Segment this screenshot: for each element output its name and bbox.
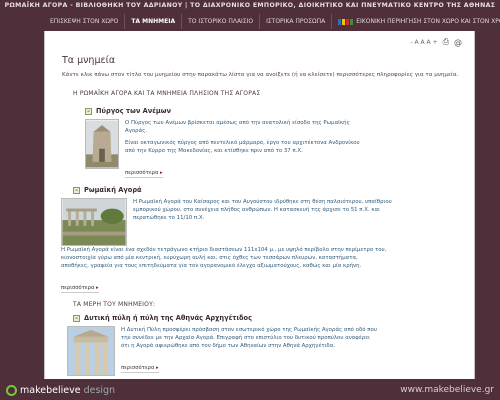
section-heading-parts: ΤΑ ΜΕΡΗ ΤΟΥ ΜΝΗΜΕΙΟΥ:	[73, 301, 156, 308]
collapse-icon[interactable]: –	[73, 314, 80, 322]
font-size-control[interactable]: - A A A +	[410, 39, 437, 46]
monument-text: Η Ρωμαϊκή Αγορά του Καίσαρος και του Αυγ…	[133, 199, 392, 221]
more-link[interactable]: περισσότερα ▸	[61, 285, 99, 293]
arrow-right-icon: ▸	[160, 170, 163, 176]
monument-title-label[interactable]: Δυτική πύλη ή πύλη της Αθηνάς Αρχηγέτιδο…	[84, 314, 252, 322]
nav-item-history[interactable]: ΤΟ ΙΣΤΟΡΙΚΟ ΠΛΑΙΣΙΟ	[182, 14, 261, 29]
more-link-label: περισσότερα	[61, 285, 95, 291]
more-link[interactable]: περισσότερα ▸	[125, 170, 163, 178]
flag-icon	[338, 18, 354, 25]
monument-text: Ο Πύργος των Ανέμων βρίσκεται αμέσως από…	[125, 120, 350, 134]
monument-text: Είναι οκταγωνικός πύργος από πεντελικό μ…	[125, 140, 360, 154]
monument-text: Η Δυτική Πύλη προσφέρει πρόσβαση στον εσ…	[121, 327, 377, 349]
makebelieve-logo: makebelieve design	[6, 384, 116, 396]
watermark-footer: makebelieve design www.makebelieve.gr	[0, 380, 500, 400]
monument-item: – Δυτική πύλη ή πύλη της Αθηνάς Αρχηγέτι…	[67, 314, 469, 376]
main-content-page: - A A A + ⎙ @ Τα μνημεία Κάντε κλικ πάνω…	[44, 31, 475, 379]
page-tools: - A A A + ⎙ @	[410, 37, 462, 47]
email-icon[interactable]: @	[454, 38, 462, 47]
site-header-title: ΡΩΜΑΪΚΗ ΑΓΟΡΑ - ΒΙΒΛΙΟΘΗΚΗ ΤΟΥ ΑΔΡΙΑΝΟΥ …	[4, 2, 496, 9]
collapse-icon[interactable]: –	[85, 107, 92, 115]
monument-title-west-gate[interactable]: – Δυτική πύλη ή πύλη της Αθηνάς Αρχηγέτι…	[73, 314, 469, 322]
nav-item-people[interactable]: ΙΣΤΟΡΙΚΑ ΠΡΟΣΩΠΑ	[260, 14, 333, 29]
intro-text: Κάντε κλικ πάνω στον τίτλο του μνημείου …	[62, 72, 459, 78]
monument-text: Η Ρωμαϊκή Αγορά είναι ένα σχεδόν τετράγω…	[61, 247, 387, 269]
monument-title-tower[interactable]: – Πύργος των Ανέμων	[85, 107, 469, 115]
logo-mark-icon	[6, 384, 17, 396]
nav-item-visit[interactable]: ΕΠΙΣΚΕΨΗ ΣΤΟΝ ΧΩΡΟ	[44, 14, 126, 29]
nav-item-virtual-tour-label: ΕΙΚΟΝΙΚΗ ΠΕΡΙΗΓΗΣΗ ΣΤΟΝ ΧΩΡΟ ΚΑΙ ΣΤΟΝ ΧΡ…	[356, 18, 500, 25]
monument-item: – Ρωμαϊκή Αγορά Η Ρωμαϊκή Αγορά του Καίσ…	[61, 186, 469, 293]
arrow-right-icon: ▸	[96, 285, 99, 291]
monument-title-agora[interactable]: – Ρωμαϊκή Αγορά	[73, 186, 469, 194]
site-url: www.makebelieve.gr	[400, 385, 494, 395]
west-gate-image	[67, 326, 115, 376]
monument-title-label[interactable]: Πύργος των Ανέμων	[96, 107, 171, 115]
more-link-label: περισσότερα	[121, 365, 155, 371]
monument-title-label[interactable]: Ρωμαϊκή Αγορά	[84, 186, 142, 194]
print-icon[interactable]: ⎙	[443, 37, 449, 47]
arrow-right-icon: ▸	[156, 365, 159, 371]
section-heading-agora: Η ΡΩΜΑΪΚΗ ΑΓΟΡΑ ΚΑΙ ΤΑ ΜΝΗΜΕΙΑ ΠΛΗΣΙΟΝ Τ…	[73, 90, 261, 97]
tower-of-winds-image	[85, 119, 119, 169]
collapse-icon[interactable]: –	[73, 186, 80, 194]
logo-word-design: design	[83, 384, 116, 396]
page-title: Τα μνημεία	[62, 55, 116, 66]
roman-agora-image	[61, 198, 127, 246]
nav-item-monuments[interactable]: ΤΑ ΜΝΗΜΕΙΑ	[125, 14, 183, 29]
more-link-label: περισσότερα	[125, 170, 159, 176]
nav-item-virtual-tour[interactable]: ΕΙΚΟΝΙΚΗ ΠΕΡΙΗΓΗΣΗ ΣΤΟΝ ΧΩΡΟ ΚΑΙ ΣΤΟΝ ΧΡ…	[332, 14, 500, 29]
main-nav: ΕΠΙΣΚΕΨΗ ΣΤΟΝ ΧΩΡΟ ΤΑ ΜΝΗΜΕΙΑ ΤΟ ΙΣΤΟΡΙΚ…	[44, 14, 500, 29]
monument-item: – Πύργος των Ανέμων Ο Πύργος των Ανέμων …	[85, 107, 469, 178]
logo-word-make: makebelieve	[20, 384, 81, 396]
more-link[interactable]: περισσότερα ▸	[121, 365, 159, 373]
